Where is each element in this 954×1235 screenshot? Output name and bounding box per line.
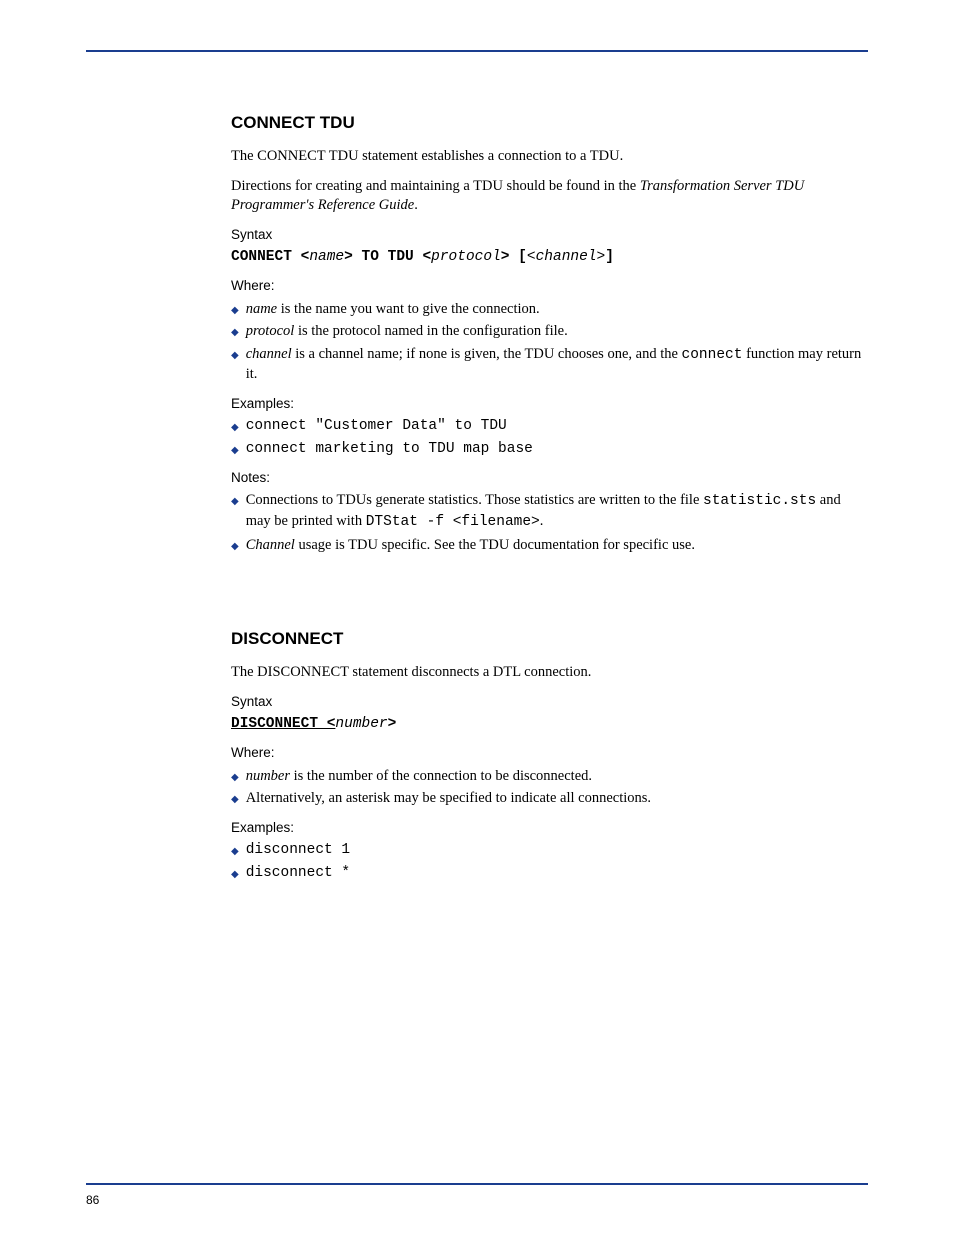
- where-label-1: Where:: [231, 277, 868, 295]
- bottom-rule: [86, 1183, 868, 1185]
- diamond-icon: ◆: [231, 845, 239, 859]
- example-item: ◆ disconnect *: [231, 864, 868, 884]
- n1-post: .: [540, 513, 544, 529]
- disconnect-syntax: DISCONNECT <number>: [231, 715, 868, 735]
- wi-post: is a channel name; if none is given, the…: [292, 346, 682, 362]
- diamond-icon: ◆: [231, 868, 239, 882]
- syn1-p7: ]: [605, 249, 614, 265]
- diamond-icon: ◆: [231, 793, 239, 807]
- example-item: ◆ disconnect 1: [231, 841, 868, 861]
- note-text: Channel usage is TDU specific. See the T…: [246, 536, 868, 556]
- disconnect-intro: The DISCONNECT statement disconnects a D…: [231, 663, 868, 683]
- example-item: ◆ connect marketing to TDU map base: [231, 440, 868, 460]
- syn2-p2: number: [335, 716, 387, 732]
- example-item: ◆ connect "Customer Data" to TDU: [231, 417, 868, 437]
- example-text: disconnect 1: [246, 841, 868, 861]
- diamond-icon: ◆: [231, 444, 239, 458]
- note-item: ◆ Connections to TDUs generate statistic…: [231, 491, 868, 532]
- syntax-label-2: Syntax: [231, 693, 868, 711]
- syn2-p3: >: [388, 716, 397, 732]
- content-area: CONNECT TDU The CONNECT TDU statement es…: [231, 112, 868, 883]
- wi2-post: is the number of the connection to be di…: [290, 768, 592, 784]
- connect-directions: Directions for creating and maintaining …: [231, 177, 868, 216]
- connect-intro: The CONNECT TDU statement establishes a …: [231, 147, 868, 167]
- example-text: connect marketing to TDU map base: [246, 440, 868, 460]
- bullet-text: name is the name you want to give the co…: [246, 300, 868, 320]
- n2-post: usage is TDU specific. See the TDU docum…: [295, 537, 695, 553]
- note-text: Connections to TDUs generate statistics.…: [246, 491, 868, 532]
- where-label-2: Where:: [231, 744, 868, 762]
- syntax-label-1: Syntax: [231, 226, 868, 244]
- where-item: ◆ channel is a channel name; if none is …: [231, 345, 868, 385]
- where-item: ◆ protocol is the protocol named in the …: [231, 322, 868, 342]
- syn1-p5: > [: [501, 249, 527, 265]
- syn1-p1: CONNECT <: [231, 249, 309, 265]
- wi-ital: name: [246, 301, 277, 317]
- page: CONNECT TDU The CONNECT TDU statement es…: [0, 0, 954, 1235]
- bullet-text: Alternatively, an asterisk may be specif…: [246, 789, 868, 809]
- page-number: 86: [86, 1193, 99, 1207]
- where-item: ◆ number is the number of the connection…: [231, 767, 868, 787]
- syn1-p4: protocol: [431, 249, 501, 265]
- example-text: connect "Customer Data" to TDU: [246, 417, 868, 437]
- n1-mono1: statistic.sts: [703, 493, 816, 509]
- bullet-text: number is the number of the connection t…: [246, 767, 868, 787]
- where-item: ◆ name is the name you want to give the …: [231, 300, 868, 320]
- example-text: disconnect *: [246, 864, 868, 884]
- wi-mono: connect: [682, 347, 743, 363]
- diamond-icon: ◆: [231, 495, 239, 509]
- diamond-icon: ◆: [231, 421, 239, 435]
- diamond-icon: ◆: [231, 771, 239, 785]
- syn1-p6: <channel>: [527, 249, 605, 265]
- where-item: ◆ Alternatively, an asterisk may be spec…: [231, 789, 868, 809]
- wi2-pre: Alternatively, an asterisk may be specif…: [246, 790, 651, 806]
- dir-pre: Directions for creating and maintaining …: [231, 178, 636, 194]
- syn1-p3: > TO TDU <: [344, 249, 431, 265]
- syn2-p1: DISCONNECT <: [231, 716, 335, 732]
- diamond-icon: ◆: [231, 540, 239, 554]
- section-title-connect: CONNECT TDU: [231, 112, 868, 135]
- examples-label-1: Examples:: [231, 395, 868, 413]
- section-gap: [231, 558, 868, 628]
- diamond-icon: ◆: [231, 304, 239, 318]
- wi-ital: protocol: [246, 323, 295, 339]
- n1-mono2: DTStat -f <filename>: [366, 514, 540, 530]
- n1-pre: Connections to TDUs generate statistics.…: [246, 492, 703, 508]
- note-item: ◆ Channel usage is TDU specific. See the…: [231, 536, 868, 556]
- wi2-ital: number: [246, 768, 290, 784]
- diamond-icon: ◆: [231, 349, 239, 363]
- examples-label-2: Examples:: [231, 819, 868, 837]
- syn1-p2: name: [309, 249, 344, 265]
- dir-post: .: [414, 197, 418, 213]
- connect-syntax: CONNECT <name> TO TDU <protocol> [<chann…: [231, 248, 868, 268]
- diamond-icon: ◆: [231, 326, 239, 340]
- wi-ital: channel: [246, 346, 292, 362]
- notes-label: Notes:: [231, 469, 868, 487]
- bullet-text: channel is a channel name; if none is gi…: [246, 345, 868, 385]
- n2-ital: Channel: [246, 537, 295, 553]
- wi-post: is the protocol named in the configurati…: [294, 323, 567, 339]
- wi-post: is the name you want to give the connect…: [277, 301, 540, 317]
- bullet-text: protocol is the protocol named in the co…: [246, 322, 868, 342]
- section-title-disconnect: DISCONNECT: [231, 628, 868, 651]
- top-rule: [86, 50, 868, 52]
